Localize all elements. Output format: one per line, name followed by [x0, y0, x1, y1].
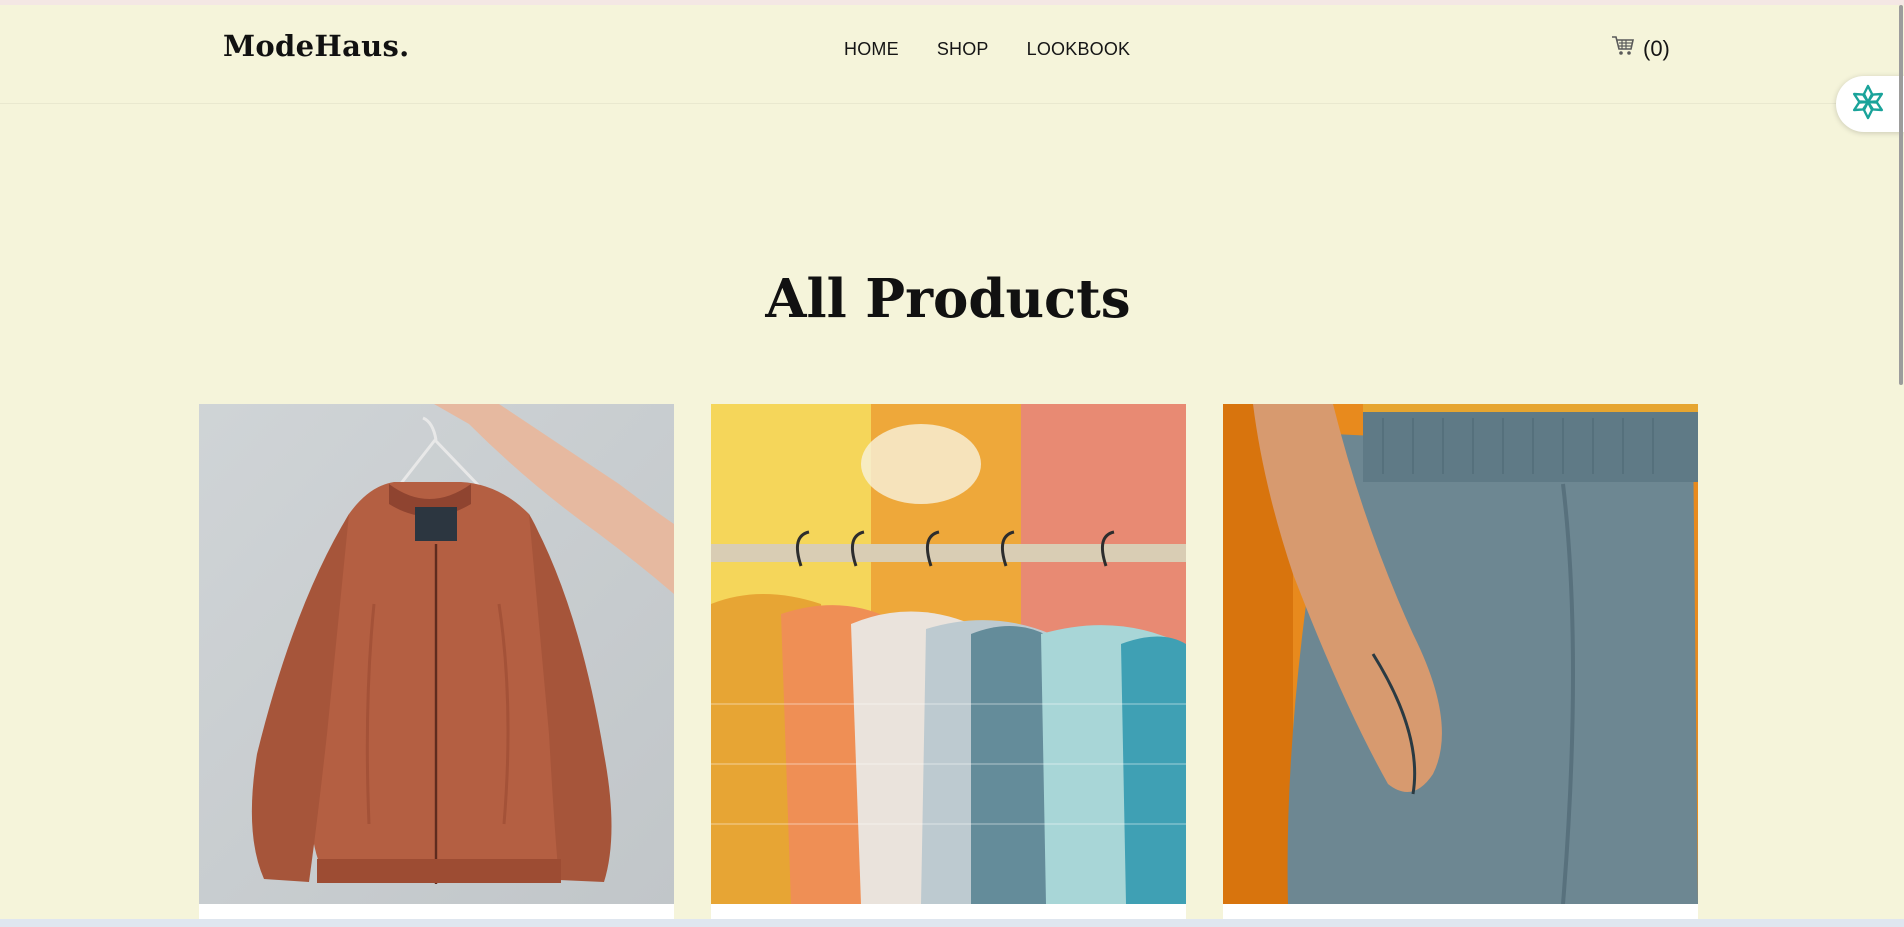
assistant-flower-icon	[1848, 82, 1888, 127]
cart-button[interactable]: (0)	[1611, 35, 1670, 62]
scrollbar-thumb[interactable]	[1899, 5, 1903, 385]
product-card[interactable]	[1223, 404, 1698, 921]
product-image-pants[interactable]	[1223, 404, 1698, 904]
site-header: ModeHaus. HOME SHOP LOOKBOOK (0)	[0, 5, 1904, 104]
cart-count: (0)	[1643, 35, 1670, 61]
cart-icon	[1611, 35, 1635, 62]
window-bottom-bar	[0, 919, 1904, 927]
main-nav: HOME SHOP LOOKBOOK	[844, 39, 1168, 60]
product-card[interactable]	[199, 404, 674, 921]
nav-home[interactable]: HOME	[844, 39, 899, 60]
page-scrollbar[interactable]	[1898, 5, 1904, 921]
product-image-rack[interactable]	[711, 404, 1186, 904]
product-grid	[199, 404, 1698, 921]
site-logo[interactable]: ModeHaus.	[223, 29, 410, 63]
product-card[interactable]	[711, 404, 1186, 921]
product-image-jacket[interactable]	[199, 404, 674, 904]
nav-shop[interactable]: SHOP	[937, 39, 989, 60]
assistant-widget-button[interactable]	[1836, 76, 1904, 132]
page-title: All Products	[765, 268, 1131, 330]
nav-lookbook[interactable]: LOOKBOOK	[1027, 39, 1131, 60]
